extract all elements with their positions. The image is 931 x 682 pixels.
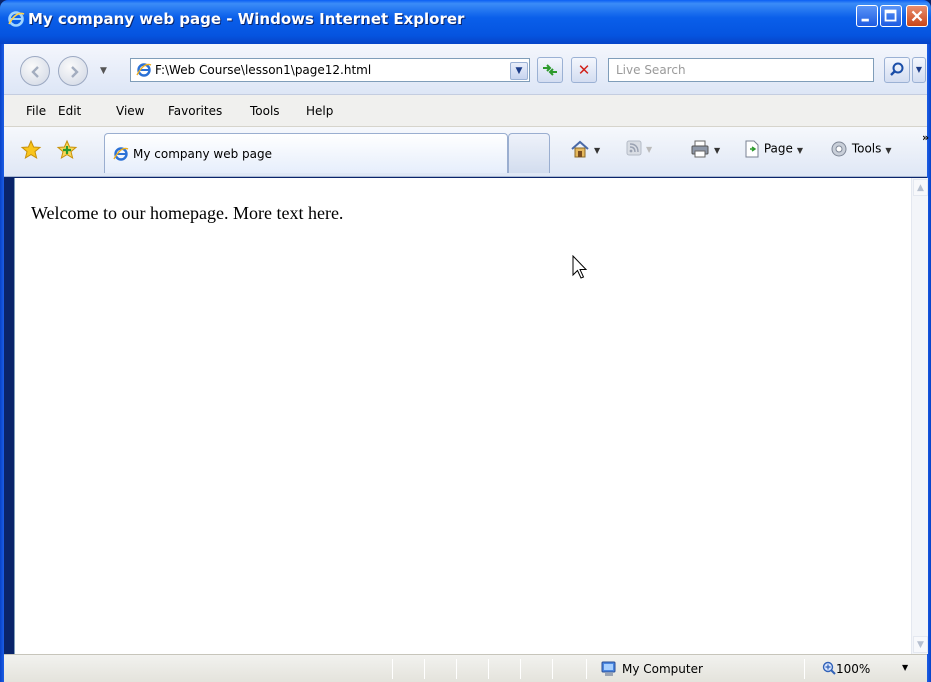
feeds-button[interactable]: ▼ (626, 140, 652, 160)
print-dropdown-icon[interactable]: ▼ (714, 146, 720, 155)
status-divider (456, 659, 457, 679)
scroll-up-icon[interactable]: ▲ (913, 179, 928, 196)
gear-icon (831, 141, 847, 157)
close-icon (911, 10, 923, 22)
tab-my-company-web-page[interactable]: My company web page (104, 133, 508, 173)
page-menu-label: Page (763, 141, 793, 156)
rss-feed-icon (626, 140, 642, 156)
maximize-button[interactable] (880, 5, 902, 27)
menu-tools[interactable]: Tools (250, 104, 280, 118)
vertical-scrollbar[interactable]: ▲ ▼ (911, 178, 928, 654)
recent-pages-dropdown-icon[interactable]: ▼ (100, 66, 107, 76)
search-placeholder: Live Search (616, 63, 686, 77)
printer-icon (691, 140, 709, 158)
address-toolbar: ▼ F:\Web Course\lesson1\page12.html ▼ ✕ … (4, 44, 927, 95)
page-menu-button[interactable]: Page ▼ (744, 140, 803, 160)
menu-help[interactable]: Help (306, 104, 333, 118)
tools-dropdown-icon: ▼ (885, 145, 892, 155)
new-tab-button[interactable] (508, 133, 550, 173)
page-dropdown-icon: ▼ (796, 145, 804, 155)
page-content: Welcome to our homepage. More text here. (14, 178, 911, 654)
browser-window: My company web page - Windows Internet E… (0, 0, 931, 682)
page-body-text: Welcome to our homepage. More text here. (31, 203, 344, 223)
address-input[interactable]: F:\Web Course\lesson1\page12.html (130, 58, 530, 82)
status-divider (520, 659, 521, 679)
mouse-cursor-icon (572, 255, 588, 279)
add-to-favorites-icon[interactable] (56, 139, 78, 161)
tab-ie-icon (113, 147, 129, 161)
security-zone-label[interactable]: My Computer (622, 662, 703, 676)
zoom-level[interactable]: 100% (836, 662, 870, 676)
minimize-icon (861, 18, 869, 22)
status-divider (552, 659, 553, 679)
forward-button[interactable] (58, 56, 88, 86)
chevron-more-icon[interactable]: » (922, 131, 929, 144)
zoom-icon[interactable] (822, 661, 836, 675)
tools-menu-button[interactable]: Tools ▼ (830, 140, 892, 160)
window-title: My company web page - Windows Internet E… (28, 10, 465, 28)
minimize-button[interactable] (856, 5, 878, 27)
print-button[interactable]: ▼ (690, 140, 720, 160)
back-button[interactable] (20, 56, 50, 86)
search-options-dropdown-icon[interactable]: ▼ (912, 57, 926, 83)
stop-button[interactable]: ✕ (571, 57, 597, 83)
ie-logo-icon (8, 11, 25, 27)
tools-menu-label: Tools (851, 141, 882, 156)
status-divider (804, 659, 805, 679)
page-icon (745, 140, 759, 158)
forward-arrow-icon (71, 66, 79, 78)
address-url: F:\Web Course\lesson1\page12.html (155, 63, 372, 77)
title-bar[interactable]: My company web page - Windows Internet E… (0, 0, 931, 44)
menu-file[interactable]: File (26, 104, 46, 118)
tab-command-bar: My company web page ▼ ▼ ▼ Page ▼ Tools ▼… (4, 127, 929, 177)
refresh-button[interactable] (537, 57, 563, 83)
search-button[interactable] (884, 57, 910, 83)
close-button[interactable] (906, 5, 928, 27)
maximize-icon (884, 9, 897, 22)
refresh-icon (543, 64, 557, 76)
status-divider (586, 659, 587, 679)
favorites-center-star-icon[interactable] (20, 139, 42, 161)
search-icon (890, 62, 904, 76)
address-dropdown-icon[interactable]: ▼ (510, 62, 528, 80)
status-bar: My Computer 100% ▼ (4, 654, 927, 682)
search-input[interactable]: Live Search (608, 58, 874, 82)
page-ie-icon (136, 63, 152, 77)
status-divider (488, 659, 489, 679)
status-divider (392, 659, 393, 679)
menu-bar: File Edit View Favorites Tools Help (4, 95, 927, 127)
scroll-down-icon[interactable]: ▼ (913, 636, 928, 653)
menu-favorites[interactable]: Favorites (168, 104, 222, 118)
menu-view[interactable]: View (116, 104, 144, 118)
tab-label: My company web page (133, 147, 272, 161)
home-dropdown-icon[interactable]: ▼ (594, 146, 600, 155)
back-arrow-icon (31, 66, 39, 78)
home-icon (571, 140, 589, 158)
zoom-dropdown-icon[interactable]: ▼ (902, 663, 908, 672)
status-divider (424, 659, 425, 679)
stop-icon: ✕ (577, 61, 591, 79)
my-computer-icon (601, 661, 616, 676)
feeds-dropdown-icon[interactable]: ▼ (646, 145, 652, 154)
home-button[interactable]: ▼ (570, 140, 600, 160)
menu-edit[interactable]: Edit (58, 104, 81, 118)
